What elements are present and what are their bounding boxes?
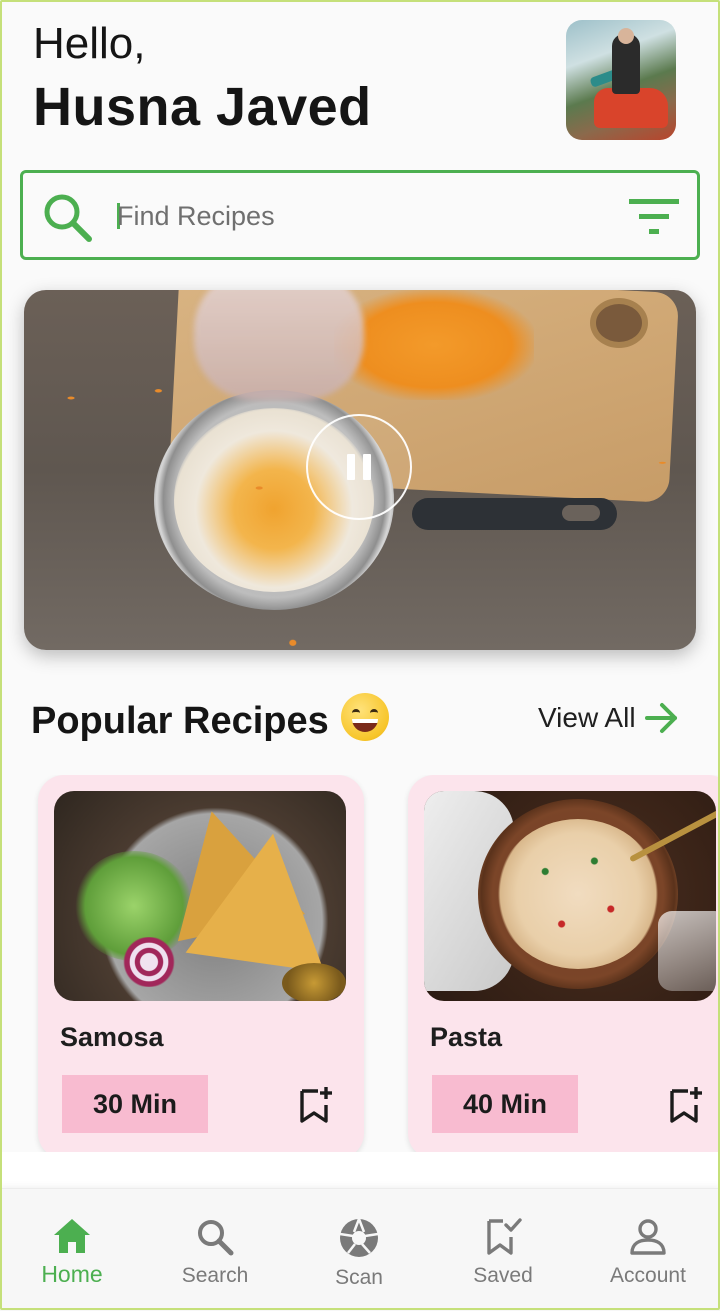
filter-icon[interactable] bbox=[627, 197, 681, 237]
nav-item-search[interactable]: Search bbox=[155, 1217, 275, 1289]
nav-item-label: Scan bbox=[335, 1266, 383, 1289]
avatar-photo-car bbox=[594, 88, 668, 128]
bottom-navigation: Home Search Scan Saved Account bbox=[0, 1188, 720, 1311]
recipe-name: Samosa bbox=[60, 1022, 164, 1052]
recipe-photo bbox=[424, 791, 716, 1001]
nav-item-home[interactable]: Home bbox=[12, 1217, 132, 1287]
recipe-photo bbox=[54, 791, 346, 1001]
recipe-time-badge: 30 Min bbox=[62, 1075, 208, 1133]
view-all-label: View All bbox=[538, 702, 636, 733]
nav-item-account[interactable]: Account bbox=[588, 1217, 708, 1289]
arrow-right-icon bbox=[644, 703, 677, 733]
nav-item-label: Home bbox=[41, 1261, 103, 1287]
grinning-emoji-icon bbox=[340, 693, 389, 741]
nav-item-label: Search bbox=[181, 1264, 249, 1287]
pause-button[interactable] bbox=[306, 414, 412, 520]
avatar-photo-head bbox=[618, 28, 634, 44]
search-input[interactable] bbox=[117, 195, 587, 237]
home-icon bbox=[54, 1219, 90, 1253]
recipe-card[interactable]: Pasta 40 Min bbox=[408, 775, 720, 1155]
content-bottom-spacer bbox=[0, 1152, 720, 1188]
recipe-video[interactable] bbox=[24, 290, 696, 650]
section-title: Popular Recipes bbox=[31, 693, 389, 747]
nav-item-label: Account bbox=[610, 1264, 686, 1287]
nav-item-saved[interactable]: Saved bbox=[443, 1217, 563, 1289]
recipe-name: Pasta bbox=[430, 1022, 503, 1052]
search-icon[interactable] bbox=[41, 191, 95, 245]
search-icon bbox=[198, 1220, 234, 1256]
nav-item-scan[interactable]: Scan bbox=[299, 1217, 419, 1291]
nav-item-label: Saved bbox=[473, 1264, 533, 1287]
bookmark-add-icon[interactable] bbox=[668, 1085, 704, 1125]
greeting-text: Hello, bbox=[33, 19, 146, 68]
avatar[interactable] bbox=[566, 20, 676, 140]
pause-icon-bar bbox=[363, 454, 371, 480]
bookmark-add-icon[interactable] bbox=[298, 1085, 334, 1125]
view-all-link[interactable]: View All bbox=[538, 700, 680, 736]
recipe-carousel[interactable]: Samosa 30 Min Pasta 40 Min bbox=[0, 775, 720, 1155]
recipe-time-badge: 40 Min bbox=[432, 1075, 578, 1133]
user-name: Husna Javed bbox=[33, 77, 372, 137]
section-title-text: Popular Recipes bbox=[31, 700, 329, 742]
person-icon bbox=[630, 1219, 666, 1255]
bookmark-check-icon bbox=[487, 1218, 522, 1255]
pause-icon bbox=[347, 454, 355, 480]
camera-shutter-icon bbox=[339, 1218, 379, 1257]
recipe-card[interactable]: Samosa 30 Min bbox=[38, 775, 364, 1155]
search-bar[interactable] bbox=[20, 170, 700, 260]
